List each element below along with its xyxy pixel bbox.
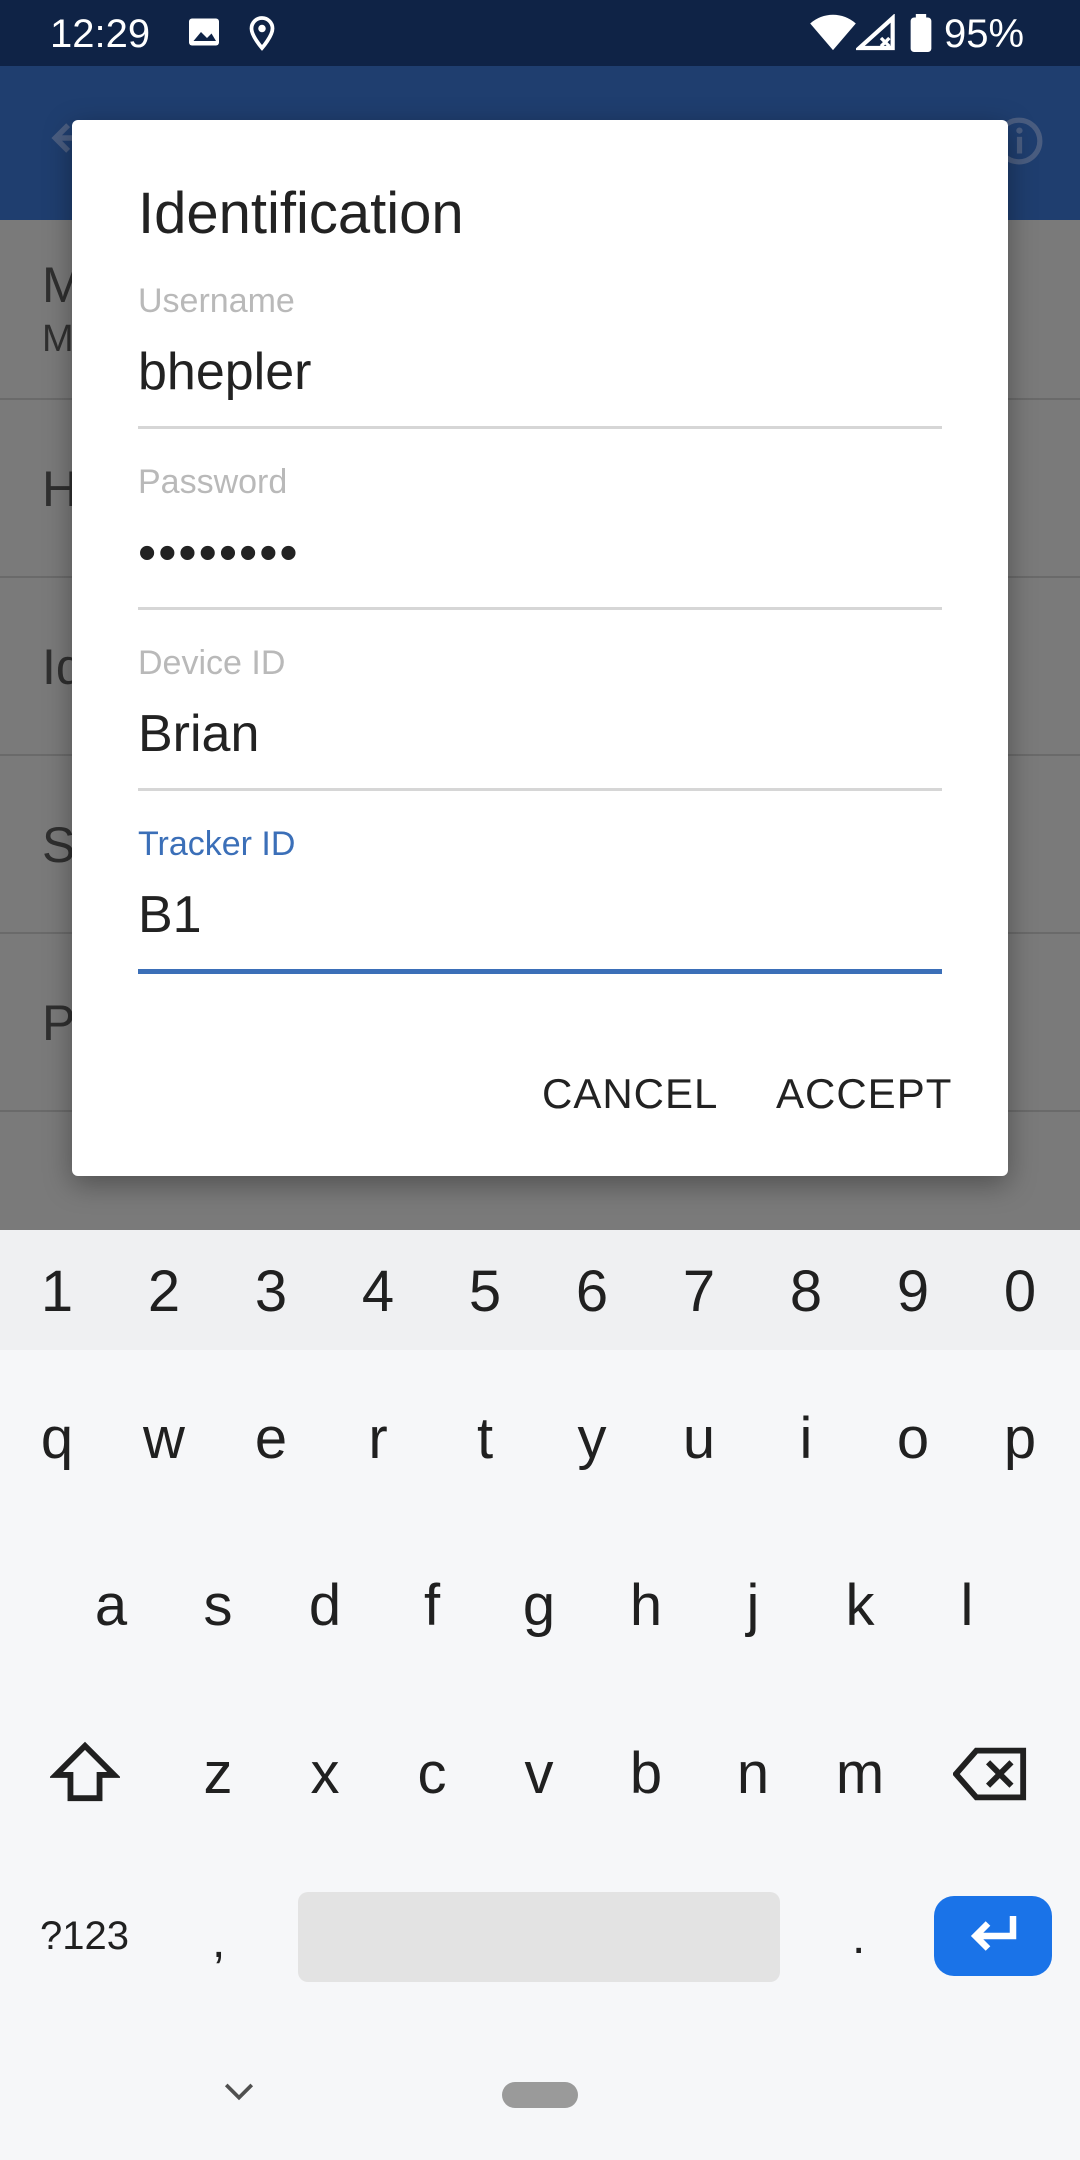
battery-icon bbox=[910, 14, 932, 57]
key-f[interactable]: f bbox=[387, 1572, 477, 1639]
symbols-key[interactable]: ?123 bbox=[40, 1914, 129, 1959]
key-q[interactable]: q bbox=[12, 1405, 102, 1472]
dialog-title: Identification bbox=[138, 181, 464, 246]
key-8[interactable]: 8 bbox=[761, 1258, 851, 1325]
key-z[interactable]: z bbox=[173, 1740, 263, 1807]
key-2[interactable]: 2 bbox=[119, 1258, 209, 1325]
key-9[interactable]: 9 bbox=[868, 1258, 958, 1325]
device-id-input[interactable]: Brian bbox=[138, 704, 259, 764]
key-h[interactable]: h bbox=[601, 1572, 691, 1639]
field-underline bbox=[138, 607, 942, 610]
key-x[interactable]: x bbox=[280, 1740, 370, 1807]
username-input[interactable]: bhepler bbox=[138, 342, 311, 402]
identification-dialog: Identification Username bhepler Password… bbox=[72, 120, 1008, 1176]
tracker-id-label: Tracker ID bbox=[138, 825, 296, 863]
key-s[interactable]: s bbox=[173, 1572, 263, 1639]
soft-keyboard: 1 2 3 4 5 6 7 8 9 0 q w e r t y u i o p … bbox=[0, 1230, 1080, 2160]
tracker-id-input[interactable]: B1 bbox=[138, 885, 202, 945]
space-key[interactable] bbox=[298, 1892, 780, 1982]
key-b[interactable]: b bbox=[601, 1740, 691, 1807]
comma-key[interactable]: , bbox=[212, 1914, 225, 1969]
key-6[interactable]: 6 bbox=[547, 1258, 637, 1325]
period-key[interactable]: . bbox=[852, 1910, 865, 1965]
location-icon bbox=[244, 14, 280, 57]
status-time: 12:29 bbox=[50, 12, 151, 56]
accept-button[interactable]: ACCEPT bbox=[776, 1070, 952, 1118]
key-r[interactable]: r bbox=[333, 1405, 423, 1472]
field-underline bbox=[138, 788, 942, 791]
key-v[interactable]: v bbox=[494, 1740, 584, 1807]
cancel-button[interactable]: CANCEL bbox=[542, 1070, 718, 1118]
key-l[interactable]: l bbox=[922, 1572, 1012, 1639]
key-5[interactable]: 5 bbox=[440, 1258, 530, 1325]
navigation-handle[interactable] bbox=[502, 2082, 578, 2108]
key-n[interactable]: n bbox=[708, 1740, 798, 1807]
key-m[interactable]: m bbox=[815, 1740, 905, 1807]
key-a[interactable]: a bbox=[66, 1572, 156, 1639]
key-3[interactable]: 3 bbox=[226, 1258, 316, 1325]
field-underline bbox=[138, 426, 942, 429]
key-d[interactable]: d bbox=[280, 1572, 370, 1639]
key-p[interactable]: p bbox=[975, 1405, 1065, 1472]
key-c[interactable]: c bbox=[387, 1740, 477, 1807]
key-w[interactable]: w bbox=[119, 1405, 209, 1472]
status-bar: 12:29 95% bbox=[0, 0, 1080, 66]
username-label: Username bbox=[138, 282, 295, 320]
key-4[interactable]: 4 bbox=[333, 1258, 423, 1325]
shift-icon[interactable] bbox=[40, 1740, 130, 1818]
key-g[interactable]: g bbox=[494, 1572, 584, 1639]
wifi-icon bbox=[810, 14, 856, 57]
key-j[interactable]: j bbox=[708, 1572, 798, 1639]
cell-signal-icon bbox=[853, 13, 896, 57]
key-o[interactable]: o bbox=[868, 1405, 958, 1472]
chevron-down-icon[interactable] bbox=[222, 2080, 256, 2109]
key-i[interactable]: i bbox=[761, 1405, 851, 1472]
key-y[interactable]: y bbox=[547, 1405, 637, 1472]
enter-key[interactable] bbox=[934, 1896, 1052, 1976]
battery-percent: 95% bbox=[944, 12, 1025, 56]
image-notification-icon bbox=[186, 14, 222, 55]
key-1[interactable]: 1 bbox=[12, 1258, 102, 1325]
key-u[interactable]: u bbox=[654, 1405, 744, 1472]
password-label: Password bbox=[138, 463, 288, 501]
key-7[interactable]: 7 bbox=[654, 1258, 744, 1325]
key-e[interactable]: e bbox=[226, 1405, 316, 1472]
device-id-label: Device ID bbox=[138, 644, 286, 682]
key-t[interactable]: t bbox=[440, 1405, 530, 1472]
password-input[interactable]: •••••••• bbox=[138, 523, 300, 583]
backspace-icon[interactable] bbox=[946, 1746, 1036, 1816]
key-0[interactable]: 0 bbox=[975, 1258, 1065, 1325]
key-k[interactable]: k bbox=[815, 1572, 905, 1639]
field-underline-active bbox=[138, 969, 942, 974]
